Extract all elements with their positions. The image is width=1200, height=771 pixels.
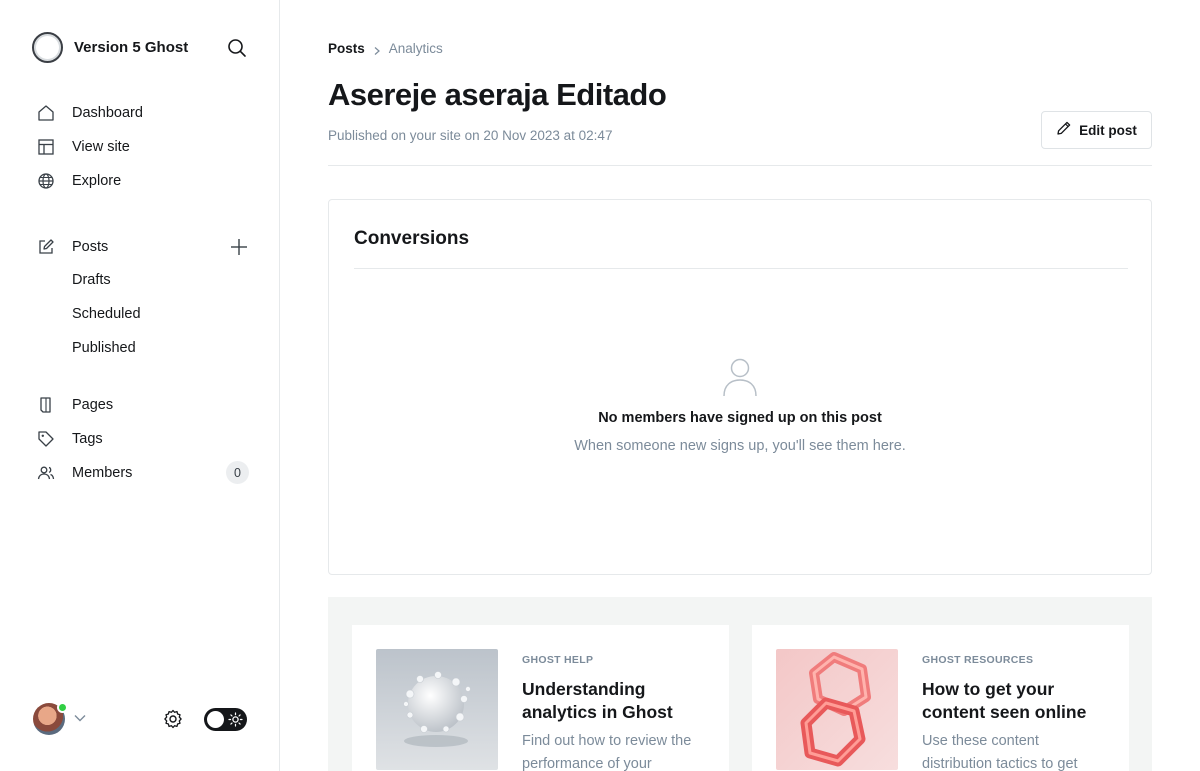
- resource-description: Use these content distribution tactics t…: [922, 733, 1078, 771]
- theme-toggle[interactable]: [204, 708, 247, 731]
- resource-card-analytics[interactable]: GHOST HELP Understanding analytics in Gh…: [352, 625, 729, 771]
- online-status-dot: [57, 702, 68, 713]
- new-post-plus-icon[interactable]: [229, 237, 249, 257]
- globe-icon: [36, 171, 56, 191]
- card-divider: [354, 268, 1128, 269]
- sun-icon: [227, 711, 244, 728]
- nav-label: View site: [72, 139, 130, 155]
- resource-tag: GHOST RESOURCES: [922, 654, 1034, 666]
- nav-label: Pages: [72, 397, 114, 413]
- layout-icon: [36, 137, 56, 157]
- members-icon: [36, 463, 56, 483]
- header-divider: [328, 165, 1152, 166]
- empty-state-description: When someone new signs up, you'll see th…: [574, 438, 906, 454]
- nav-scheduled[interactable]: Scheduled: [72, 306, 141, 322]
- nav-view-site[interactable]: View site: [36, 135, 130, 159]
- members-count-badge: 0: [226, 461, 249, 484]
- breadcrumb-current: Analytics: [388, 41, 443, 56]
- nav-dashboard[interactable]: Dashboard: [36, 101, 143, 125]
- resource-tag: GHOST HELP: [522, 654, 594, 666]
- resource-thumbnail: [376, 649, 498, 770]
- nav-drafts[interactable]: Drafts: [72, 272, 111, 288]
- resource-title: How to get your content seen online: [922, 679, 1087, 722]
- edit-post-button[interactable]: Edit post: [1041, 111, 1152, 149]
- nav-explore[interactable]: Explore: [36, 169, 121, 193]
- nav-posts[interactable]: Posts: [36, 235, 108, 259]
- site-logo: [32, 32, 63, 63]
- nav-label: Posts: [72, 239, 109, 255]
- nav-tags[interactable]: Tags: [36, 427, 103, 451]
- page-icon: [36, 395, 56, 415]
- nav-label: Tags: [72, 431, 103, 447]
- resource-thumbnail: [776, 649, 898, 770]
- resources-section: GHOST HELP Understanding analytics in Gh…: [328, 597, 1152, 771]
- conversions-title: Conversions: [354, 228, 470, 249]
- nav-label: Members: [72, 465, 133, 481]
- nav-label: Dashboard: [72, 105, 143, 121]
- sidebar: Version 5 Ghost Dashboard View site Expl…: [0, 0, 280, 771]
- breadcrumb: Posts Analytics: [328, 41, 443, 56]
- nav-members[interactable]: Members: [36, 461, 132, 485]
- site-name: Version 5 Ghost: [74, 39, 189, 56]
- empty-state-title: No members have signed up on this post: [598, 410, 882, 426]
- search-icon[interactable]: [226, 37, 248, 59]
- page-title: Asereje aseraja Editado: [328, 77, 667, 112]
- resource-card-content[interactable]: GHOST RESOURCES How to get your content …: [752, 625, 1129, 771]
- conversions-card: Conversions No members have signed up on…: [328, 199, 1152, 575]
- resource-description: Find out how to review the performance o…: [522, 733, 692, 771]
- tag-icon: [36, 429, 56, 449]
- resource-title: Understanding analytics in Ghost: [522, 679, 673, 722]
- published-meta: Published on your site on 20 Nov 2023 at…: [328, 128, 613, 143]
- chevron-down-icon[interactable]: [73, 711, 87, 725]
- pencil-icon: [1056, 120, 1072, 141]
- breadcrumb-posts-link[interactable]: Posts: [328, 41, 365, 56]
- nav-pages[interactable]: Pages: [36, 393, 113, 417]
- nav-label: Explore: [72, 173, 122, 189]
- edit-post-label: Edit post: [1079, 122, 1137, 138]
- user-icon: [721, 357, 759, 397]
- edit-icon: [36, 237, 56, 257]
- nav-published[interactable]: Published: [72, 340, 136, 356]
- home-icon: [36, 103, 56, 123]
- toggle-knob: [207, 711, 224, 728]
- chevron-right-icon: [372, 44, 382, 55]
- gear-icon[interactable]: [162, 708, 184, 730]
- site-brand[interactable]: Version 5 Ghost: [32, 32, 188, 63]
